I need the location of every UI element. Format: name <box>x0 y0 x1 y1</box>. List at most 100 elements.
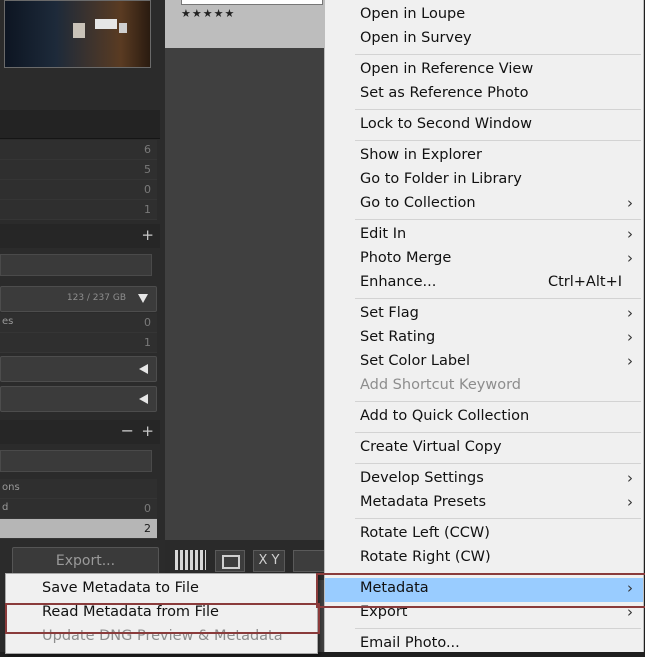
folder-row[interactable]: es 0 <box>0 313 157 333</box>
menu-item-label: Rotate Right (CW) <box>360 549 491 565</box>
catalog-row[interactable]: 6 <box>0 140 157 160</box>
export-button[interactable]: Export... <box>12 547 159 575</box>
menu-item-label: Set Color Label <box>360 353 471 369</box>
remove-collection-icon[interactable]: − <box>121 421 134 440</box>
collection-filter-field[interactable] <box>0 450 152 472</box>
collection-row-selected[interactable]: 2 <box>0 519 157 539</box>
grid-view-icon[interactable] <box>175 550 206 570</box>
catalog-row[interactable]: 0 <box>0 180 157 200</box>
menu-item-label: Set Rating <box>360 329 436 345</box>
menu-item-edit-in[interactable]: Edit In › <box>325 224 643 248</box>
menu-item-enhance[interactable]: Enhance... Ctrl+Alt+I <box>325 272 643 296</box>
menu-item-label: Rotate Left (CCW) <box>360 525 490 541</box>
submenu-arrow-icon: › <box>627 352 633 370</box>
menu-item-set-as-reference-photo[interactable]: Set as Reference Photo <box>325 83 643 107</box>
row-count: 0 <box>144 183 151 196</box>
star-rating: ★★★★★ <box>181 7 236 20</box>
menu-item-shortcut: Ctrl+Alt+I <box>547 274 622 290</box>
menu-item-open-in-reference-view[interactable]: Open in Reference View <box>325 59 643 83</box>
catalog-row[interactable]: 5 <box>0 160 157 180</box>
menu-item-lock-to-second-window[interactable]: Lock to Second Window <box>325 114 643 138</box>
menu-item-open-in-survey[interactable]: Open in Survey <box>325 28 643 52</box>
collection-row[interactable]: ons <box>0 479 157 499</box>
collection-list: ons d 0 2 <box>0 479 157 539</box>
menu-item-open-in-loupe[interactable]: Open in Loupe <box>325 4 643 28</box>
drive-row[interactable]: 123 / 237 GB <box>0 286 157 312</box>
submenu-arrow-icon: › <box>627 579 633 597</box>
menu-separator <box>355 518 641 519</box>
collections-header[interactable]: − + <box>0 420 160 444</box>
menu-item-photo-merge[interactable]: Photo Merge › <box>325 248 643 272</box>
menu-separator <box>355 54 641 55</box>
row-count: 0 <box>144 316 151 329</box>
submenu-item-save-metadata[interactable]: Save Metadata to File <box>6 578 317 602</box>
menu-item-set-flag[interactable]: Set Flag › <box>325 303 643 327</box>
collection-row[interactable]: d 0 <box>0 499 157 519</box>
collapse-triangle-icon[interactable] <box>139 364 148 374</box>
catalog-list: 6 5 0 1 <box>0 140 157 220</box>
folder-name: es <box>2 316 14 327</box>
submenu-arrow-icon: › <box>627 225 633 243</box>
row-count: 2 <box>144 522 151 535</box>
menu-item-label: Go to Collection <box>360 195 476 211</box>
photo-grid-cell[interactable]: ★★★★★ <box>165 0 325 48</box>
menu-separator <box>355 628 641 629</box>
submenu-item-read-metadata[interactable]: Read Metadata from File <box>6 602 317 626</box>
menu-item-create-virtual-copy[interactable]: Create Virtual Copy <box>325 437 643 461</box>
submenu-arrow-icon: › <box>627 493 633 511</box>
expand-triangle-icon[interactable] <box>138 294 148 303</box>
submenu-item-update-dng-preview: Update DNG Preview & Metadata <box>6 626 317 650</box>
menu-item-label: Edit In <box>360 226 407 242</box>
row-count: 1 <box>144 203 151 216</box>
menu-item-metadata-presets[interactable]: Metadata Presets › <box>325 492 643 516</box>
menu-item-go-to-collection[interactable]: Go to Collection › <box>325 193 643 217</box>
menu-item-add-to-quick-collection[interactable]: Add to Quick Collection <box>325 406 643 430</box>
menu-item-set-color-label[interactable]: Set Color Label › <box>325 351 643 375</box>
menu-item-label: Open in Reference View <box>360 61 534 77</box>
row-count: 5 <box>144 163 151 176</box>
menu-separator <box>355 140 641 141</box>
compare-view-icon[interactable]: X Y <box>253 550 285 572</box>
preview-detail <box>73 23 85 38</box>
menu-item-label: Create Virtual Copy <box>360 439 502 455</box>
survey-view-icon[interactable] <box>293 550 325 572</box>
submenu-item-label: Save Metadata to File <box>42 580 199 596</box>
folder-filter-field[interactable] <box>0 254 152 276</box>
menu-item-label: Add Shortcut Keyword <box>360 377 521 393</box>
catalog-row[interactable]: 1 <box>0 200 157 220</box>
menu-item-label: Lock to Second Window <box>360 116 532 132</box>
panel-divider <box>0 110 160 139</box>
menu-item-label: Metadata Presets <box>360 494 487 510</box>
menu-item-email-photo[interactable]: Email Photo... <box>325 633 643 657</box>
loupe-view-icon[interactable] <box>215 550 245 572</box>
add-folder-icon[interactable]: + <box>141 226 154 244</box>
row-count: 1 <box>144 336 151 349</box>
submenu-arrow-icon: › <box>627 249 633 267</box>
menu-item-rotate-left[interactable]: Rotate Left (CCW) <box>325 523 643 547</box>
folder-group-row[interactable] <box>0 386 157 412</box>
folders-header[interactable]: + <box>0 224 160 248</box>
menu-item-export[interactable]: Export › <box>325 602 643 626</box>
collapse-triangle-icon[interactable] <box>139 394 148 404</box>
menu-item-go-to-folder[interactable]: Go to Folder in Library <box>325 169 643 193</box>
menu-item-show-in-explorer[interactable]: Show in Explorer <box>325 145 643 169</box>
folder-group-row[interactable] <box>0 356 157 382</box>
context-menu: Open in Loupe Open in Survey Open in Ref… <box>324 0 644 652</box>
menu-item-develop-settings[interactable]: Develop Settings › <box>325 468 643 492</box>
menu-item-label: Add to Quick Collection <box>360 408 530 424</box>
menu-separator <box>355 432 641 433</box>
menu-separator <box>355 298 641 299</box>
menu-item-label: Open in Loupe <box>360 6 466 22</box>
menu-item-label: Email Photo... <box>360 635 460 651</box>
menu-item-set-rating[interactable]: Set Rating › <box>325 327 643 351</box>
navigator-preview[interactable] <box>4 0 151 68</box>
menu-item-label: Enhance... <box>360 274 437 290</box>
submenu-arrow-icon: › <box>627 194 633 212</box>
folder-row[interactable]: 1 <box>0 333 157 353</box>
collection-name: ons <box>2 482 20 493</box>
menu-separator <box>355 109 641 110</box>
add-collection-icon[interactable]: + <box>141 422 154 440</box>
menu-item-rotate-right[interactable]: Rotate Right (CW) <box>325 547 643 571</box>
menu-item-metadata[interactable]: Metadata › <box>325 578 643 602</box>
submenu-arrow-icon: › <box>627 603 633 621</box>
